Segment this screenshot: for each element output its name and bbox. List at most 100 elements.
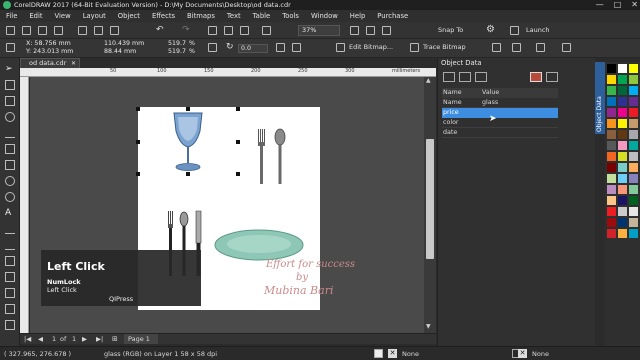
last-page-icon[interactable]: ▶| bbox=[96, 335, 103, 343]
table-row[interactable]: color bbox=[442, 118, 558, 128]
table-row-selected[interactable]: price bbox=[442, 108, 558, 118]
glass-image[interactable] bbox=[168, 109, 208, 175]
wrap-text-icon[interactable] bbox=[562, 43, 571, 52]
menu-bitmaps[interactable]: Bitmaps bbox=[187, 12, 215, 20]
clear-field-icon[interactable] bbox=[475, 72, 487, 82]
color-swatch[interactable] bbox=[629, 130, 638, 139]
menu-layout[interactable]: Layout bbox=[83, 12, 106, 20]
width-field[interactable]: 110.439 mm bbox=[104, 40, 144, 47]
scale-y-field[interactable]: 519.7 bbox=[168, 48, 186, 55]
color-swatch[interactable] bbox=[629, 119, 638, 128]
options-gear-icon[interactable]: ⚙ bbox=[486, 24, 495, 35]
shape-tool-icon[interactable] bbox=[5, 80, 15, 90]
minimize-icon[interactable]: — bbox=[596, 0, 604, 9]
selection-handle[interactable] bbox=[236, 172, 240, 176]
menu-help[interactable]: Help bbox=[350, 12, 366, 20]
color-swatch[interactable] bbox=[607, 196, 616, 205]
color-swatch[interactable] bbox=[607, 97, 616, 106]
plate-image[interactable] bbox=[213, 227, 305, 263]
zoom-tool-icon[interactable] bbox=[5, 112, 15, 122]
color-swatch[interactable] bbox=[618, 75, 627, 84]
vertical-scroll-thumb[interactable] bbox=[426, 139, 434, 259]
selection-handle[interactable] bbox=[136, 172, 140, 176]
menu-view[interactable]: View bbox=[55, 12, 71, 20]
fill-color-swatch[interactable] bbox=[374, 349, 383, 358]
selection-handle[interactable] bbox=[236, 107, 240, 111]
menu-tools[interactable]: Tools bbox=[282, 12, 299, 20]
polygon-tool-icon[interactable] bbox=[5, 192, 15, 202]
color-swatch[interactable] bbox=[629, 196, 638, 205]
color-swatch[interactable] bbox=[607, 64, 616, 73]
freehand-tool-icon[interactable] bbox=[5, 128, 15, 138]
color-swatch[interactable] bbox=[618, 119, 627, 128]
color-swatch[interactable] bbox=[607, 75, 616, 84]
object-data-manager-icon[interactable] bbox=[443, 72, 455, 82]
menu-purchase[interactable]: Purchase bbox=[377, 12, 408, 20]
prev-page-icon[interactable]: ◀ bbox=[38, 335, 43, 343]
ellipse-tool-icon[interactable] bbox=[5, 176, 15, 186]
menu-table[interactable]: Table bbox=[253, 12, 271, 20]
trace-bitmap-button[interactable]: Trace Bitmap bbox=[423, 43, 466, 51]
application-launcher-icon[interactable] bbox=[510, 26, 519, 35]
position-y-field[interactable]: Y: 243.013 mm bbox=[26, 48, 73, 55]
field-value[interactable]: glass bbox=[480, 98, 528, 108]
color-swatch[interactable] bbox=[618, 196, 627, 205]
selection-handle[interactable] bbox=[236, 140, 240, 144]
color-swatch[interactable] bbox=[618, 207, 627, 216]
rectangle-tool-icon[interactable] bbox=[5, 160, 15, 170]
lock-ratio-icon[interactable] bbox=[208, 43, 217, 52]
eyedropper-tool-icon[interactable] bbox=[5, 288, 15, 298]
paste-icon[interactable] bbox=[110, 26, 119, 35]
table-row[interactable]: date bbox=[442, 128, 558, 138]
color-swatch[interactable] bbox=[607, 207, 616, 216]
menu-object[interactable]: Object bbox=[118, 12, 140, 20]
mirror-vertical-icon[interactable] bbox=[292, 43, 301, 52]
color-swatch[interactable] bbox=[618, 152, 627, 161]
menu-window[interactable]: Window bbox=[311, 12, 338, 20]
save-icon[interactable] bbox=[38, 26, 47, 35]
pick-tool-icon[interactable]: ➢ bbox=[5, 64, 15, 74]
color-swatch[interactable] bbox=[629, 152, 638, 161]
next-page-icon[interactable]: ▶ bbox=[82, 335, 87, 343]
edit-bitmap-button[interactable]: Edit Bitmap... bbox=[349, 43, 393, 51]
color-swatch[interactable] bbox=[607, 218, 616, 227]
scroll-down-icon[interactable]: ▼ bbox=[426, 323, 431, 330]
menu-effects[interactable]: Effects bbox=[152, 12, 175, 20]
color-swatch[interactable] bbox=[618, 130, 627, 139]
artistic-media-tool-icon[interactable] bbox=[5, 144, 15, 154]
new-document-icon[interactable] bbox=[6, 26, 15, 35]
color-swatch[interactable] bbox=[607, 229, 616, 238]
mirror-horizontal-icon[interactable] bbox=[276, 43, 285, 52]
field-editor-icon[interactable] bbox=[530, 72, 542, 82]
document-tab[interactable]: od data.cdr ✕ bbox=[20, 58, 80, 68]
color-swatch[interactable] bbox=[629, 163, 638, 172]
snap-to-dropdown[interactable]: Snap To bbox=[438, 25, 463, 36]
color-swatch[interactable] bbox=[618, 229, 627, 238]
search-content-icon[interactable] bbox=[208, 26, 217, 35]
menu-edit[interactable]: Edit bbox=[29, 12, 42, 20]
color-swatch[interactable] bbox=[629, 229, 638, 238]
connector-tool-icon[interactable] bbox=[5, 240, 15, 250]
table-row[interactable]: Name glass bbox=[442, 98, 558, 108]
selection-handle[interactable] bbox=[136, 107, 140, 111]
close-icon[interactable]: ✕ bbox=[631, 0, 638, 9]
color-swatch[interactable] bbox=[618, 174, 627, 183]
open-icon[interactable] bbox=[22, 26, 31, 35]
crop-tool-icon[interactable] bbox=[5, 96, 15, 106]
interactive-fill-tool-icon[interactable] bbox=[5, 304, 15, 314]
scroll-up-icon[interactable]: ▲ bbox=[426, 77, 431, 84]
crop-bitmap-icon[interactable] bbox=[492, 43, 501, 52]
page-tab[interactable]: Page 1 bbox=[124, 334, 158, 344]
scale-x-field[interactable]: 519.7 bbox=[168, 40, 186, 47]
color-swatch[interactable] bbox=[618, 185, 627, 194]
trace-bitmap-icon[interactable] bbox=[410, 43, 419, 52]
show-grid-icon[interactable] bbox=[382, 26, 391, 35]
first-page-icon[interactable]: |◀ bbox=[24, 335, 31, 343]
resample-icon[interactable] bbox=[512, 43, 521, 52]
color-swatch[interactable] bbox=[618, 97, 627, 106]
color-swatch[interactable] bbox=[607, 163, 616, 172]
horizontal-ruler[interactable]: 50 100 150 200 250 300 millimeters bbox=[20, 68, 436, 77]
smart-fill-tool-icon[interactable] bbox=[5, 320, 15, 330]
color-swatch[interactable] bbox=[629, 108, 638, 117]
import-icon[interactable] bbox=[224, 26, 233, 35]
